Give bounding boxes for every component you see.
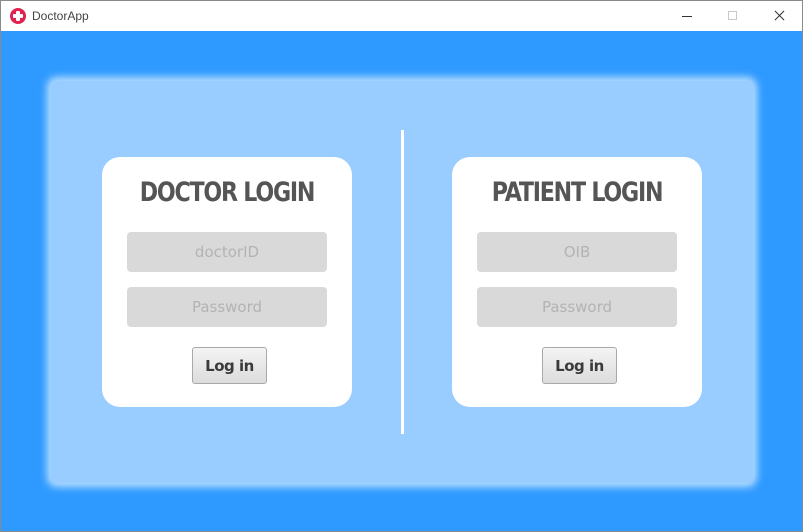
window-title: DoctorApp (32, 9, 89, 23)
login-panel: DOCTOR LOGIN Log in PATIENT LOGIN Log in (51, 81, 753, 483)
divider (401, 130, 404, 434)
patient-login-card: PATIENT LOGIN Log in (452, 157, 702, 407)
doctor-login-title: DOCTOR LOGIN (139, 177, 316, 208)
doctor-login-button[interactable]: Log in (192, 347, 267, 384)
window-controls (664, 1, 802, 31)
patient-password-input[interactable] (477, 287, 677, 327)
close-icon[interactable] (756, 1, 802, 31)
doctor-id-input[interactable] (127, 232, 327, 272)
doctor-password-input[interactable] (127, 287, 327, 327)
doctor-login-card: DOCTOR LOGIN Log in (102, 157, 352, 407)
minimize-icon[interactable] (664, 1, 710, 31)
app-window: DoctorApp DOCTOR LOGIN Log in PATIENT LO… (0, 0, 803, 532)
main-content: DOCTOR LOGIN Log in PATIENT LOGIN Log in (1, 31, 802, 531)
title-bar[interactable]: DoctorApp (1, 1, 802, 31)
patient-oib-input[interactable] (477, 232, 677, 272)
medical-cross-icon (10, 8, 26, 24)
maximize-icon[interactable] (710, 1, 756, 31)
patient-login-title: PATIENT LOGIN (491, 177, 664, 208)
patient-login-button[interactable]: Log in (542, 347, 617, 384)
